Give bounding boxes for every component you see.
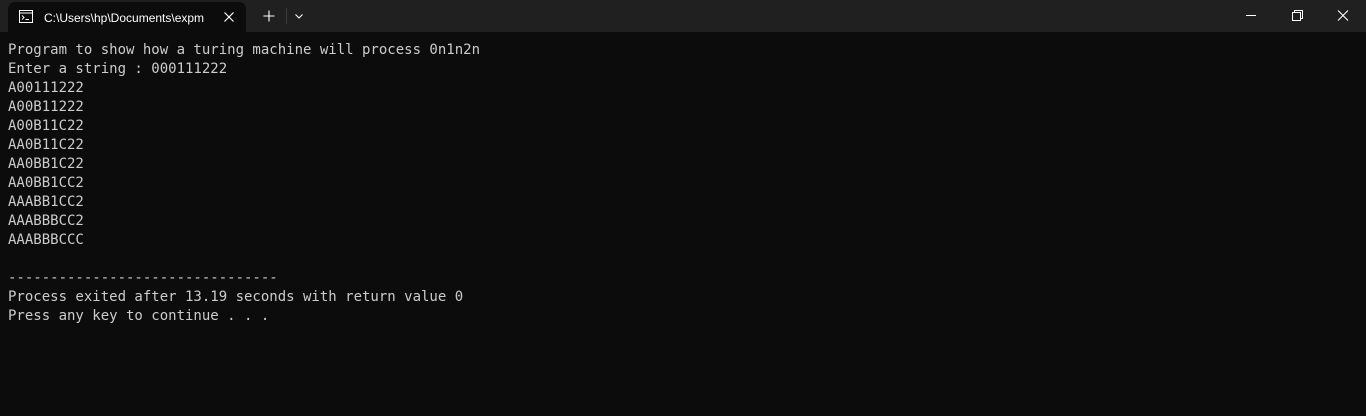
chevron-down-icon[interactable] [288,3,310,29]
restore-icon[interactable] [1274,0,1320,32]
console-line: AAABBBCC2 [8,213,84,229]
console-icon [19,10,33,23]
console-line: A00111222 [8,80,84,96]
console-line: Process exited after 13.19 seconds with … [8,289,464,305]
console-line: AA0BB1C22 [8,156,84,172]
console-line: A00B11C22 [8,118,84,134]
terminal-window: C:\Users\hp\Documents\expm Program to sh… [0,0,1366,416]
console-line: Program to show how a turing machine wil… [8,42,481,58]
console-line: A00B11222 [8,99,84,115]
close-icon[interactable] [1320,0,1366,32]
console-line: AAABBBCCC [8,232,84,248]
console-line: Enter a string : 000111222 [8,61,228,77]
title-bar: C:\Users\hp\Documents\expm [0,0,1366,32]
console-line: AA0BB1CC2 [8,175,84,191]
console-line: Press any key to continue . . . [8,308,270,324]
close-tab-icon[interactable] [219,7,239,27]
console-line: -------------------------------- [8,270,278,286]
console-line: AAABB1CC2 [8,194,84,210]
titlebar-divider [286,8,287,24]
console-output[interactable]: Program to show how a turing machine wil… [8,41,1358,411]
plus-icon[interactable] [256,3,282,29]
tab-active[interactable]: C:\Users\hp\Documents\expm [8,2,246,32]
minimize-icon[interactable] [1228,0,1274,32]
console-line: AA0B11C22 [8,137,84,153]
tab-title: C:\Users\hp\Documents\expm [44,11,205,25]
